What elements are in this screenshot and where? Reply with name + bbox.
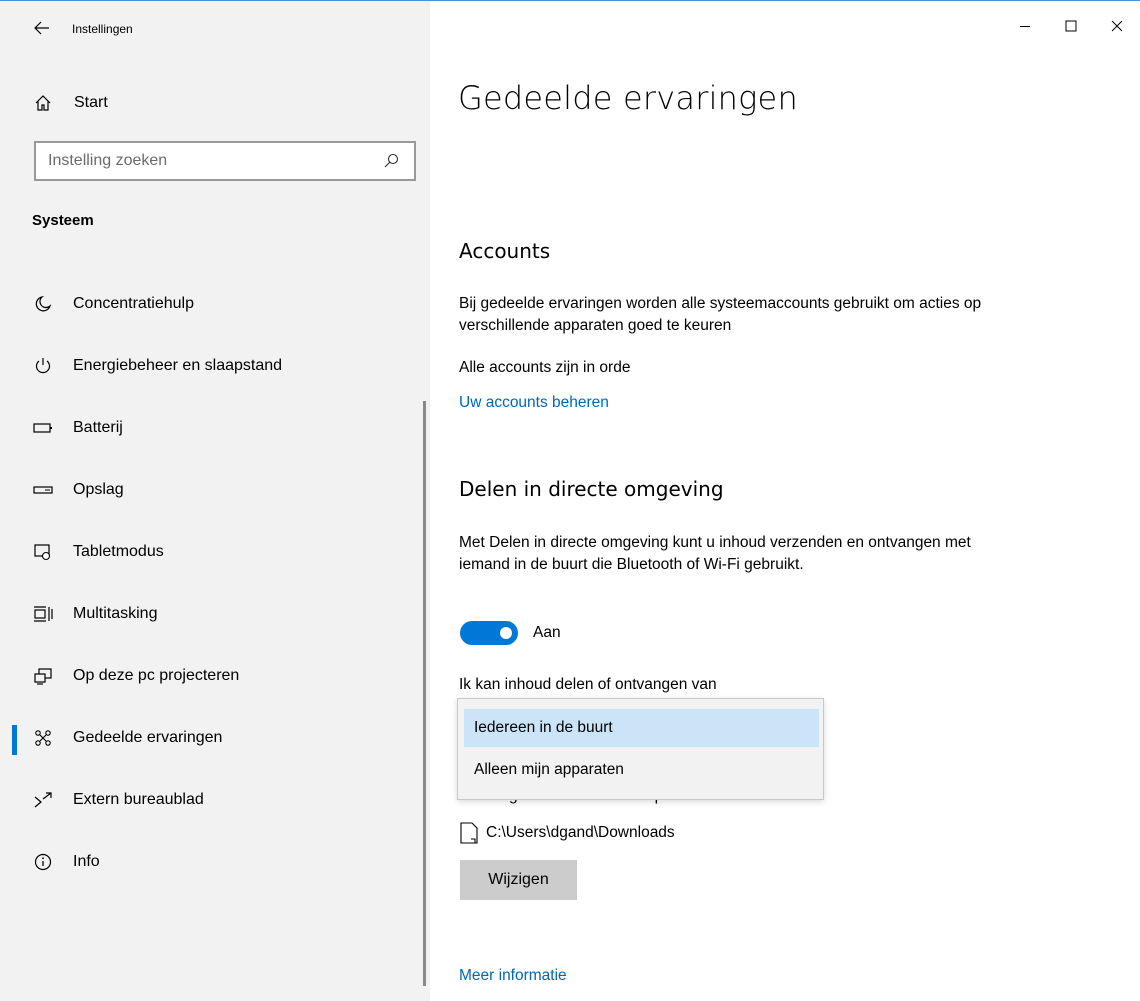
power-icon (33, 356, 53, 376)
sidebar-item-label: Info (73, 853, 100, 870)
project-icon (33, 666, 53, 686)
back-arrow-icon (34, 21, 49, 35)
close-icon (1111, 20, 1123, 32)
sidebar-item-label: Gedeelde ervaringen (73, 729, 223, 746)
toggle-state-label: Aan (533, 624, 561, 641)
sidebar-item-label: Extern bureaublad (73, 791, 204, 808)
dropdown-option[interactable]: Iedereen in de buurt (464, 709, 819, 747)
search-box[interactable] (34, 141, 416, 181)
sidebar-item-label: Batterij (73, 419, 123, 436)
battery-icon (33, 418, 53, 438)
sidebar-item-tabletmodus[interactable]: Tabletmodus (0, 521, 430, 583)
sidebar: Instellingen Start Systeem Concentratieh… (0, 1, 430, 1001)
main-content: Gedeelde ervaringen Accounts Bij gedeeld… (430, 1, 1140, 1001)
window-controls (1002, 1, 1140, 59)
nearby-sharing-toggle[interactable] (460, 621, 518, 645)
sidebar-item-label: Opslag (73, 481, 124, 498)
save-path: C:\Users\dgand\Downloads (486, 824, 675, 841)
sidebar-item-gedeelde-ervaringen[interactable]: Gedeelde ervaringen (0, 707, 430, 769)
minimize-icon (1020, 26, 1030, 27)
sidebar-item-opslag[interactable]: Opslag (0, 459, 430, 521)
minimize-button[interactable] (1002, 3, 1048, 49)
toggle-knob (500, 627, 512, 639)
app-title: Instellingen (72, 22, 133, 36)
sidebar-item-energiebeheer[interactable]: Energiebeheer en slaapstand (0, 335, 430, 397)
page-title: Gedeelde ervaringen (458, 79, 798, 117)
title-bar-left: Instellingen (0, 1, 430, 59)
maximize-button[interactable] (1048, 3, 1094, 49)
back-button[interactable] (20, 4, 64, 52)
change-location-button[interactable]: Wijzigen (460, 860, 577, 900)
moon-icon (33, 294, 53, 314)
section-heading: Systeem (32, 212, 94, 229)
info-icon (33, 852, 53, 872)
nearby-sharing-toggle-row: Aan (460, 621, 561, 645)
share-from-label: Ik kan inhoud delen of ontvangen van (459, 676, 717, 693)
sidebar-item-batterij[interactable]: Batterij (0, 397, 430, 459)
tablet-mode-icon (33, 542, 53, 562)
sidebar-item-info[interactable]: Info (0, 831, 430, 893)
nearby-sharing-description: Met Delen in directe omgeving kunt u inh… (459, 534, 971, 573)
accounts-heading: Accounts (459, 239, 551, 263)
more-info-link[interactable]: Meer informatie (459, 967, 567, 985)
sidebar-nav: Concentratiehulp Energiebeheer en slaaps… (0, 273, 430, 893)
search-icon[interactable] (376, 146, 406, 176)
storage-icon (33, 480, 53, 500)
sidebar-item-concentratiehulp[interactable]: Concentratiehulp (0, 273, 430, 335)
home-icon (33, 93, 53, 113)
sidebar-scrollbar[interactable] (423, 401, 426, 986)
share-from-dropdown-list[interactable]: Iedereen in de buurt Alleen mijn apparat… (457, 698, 824, 800)
accounts-status: Alle accounts zijn in orde (459, 359, 631, 376)
search-input[interactable] (36, 143, 376, 179)
sidebar-item-label: Tabletmodus (73, 543, 164, 560)
accounts-description: Bij gedeelde ervaringen worden alle syst… (459, 295, 982, 334)
sidebar-item-label: Concentratiehulp (73, 295, 194, 312)
maximize-icon (1065, 20, 1077, 32)
multitasking-icon (33, 604, 53, 624)
nearby-sharing-heading: Delen in directe omgeving (459, 477, 724, 501)
home-label: Start (74, 94, 108, 111)
sidebar-item-projecteren[interactable]: Op deze pc projecteren (0, 645, 430, 707)
sidebar-item-extern-bureaublad[interactable]: Extern bureaublad (0, 769, 430, 831)
close-button[interactable] (1094, 3, 1140, 49)
settings-window: Instellingen Start Systeem Concentratieh… (0, 0, 1140, 1001)
shared-experiences-icon (33, 728, 53, 748)
remote-desktop-icon (33, 790, 53, 810)
save-path-row: C:\Users\dgand\Downloads (460, 822, 675, 844)
sidebar-item-label: Energiebeheer en slaapstand (73, 357, 283, 374)
sidebar-home[interactable]: Start (0, 81, 430, 125)
sidebar-item-label: Multitasking (73, 605, 158, 622)
folder-icon (460, 822, 478, 844)
dropdown-option[interactable]: Alleen mijn apparaten (464, 751, 819, 789)
sidebar-item-label: Op deze pc projecteren (73, 667, 240, 684)
sidebar-item-multitasking[interactable]: Multitasking (0, 583, 430, 645)
manage-accounts-link[interactable]: Uw accounts beheren (459, 394, 609, 412)
